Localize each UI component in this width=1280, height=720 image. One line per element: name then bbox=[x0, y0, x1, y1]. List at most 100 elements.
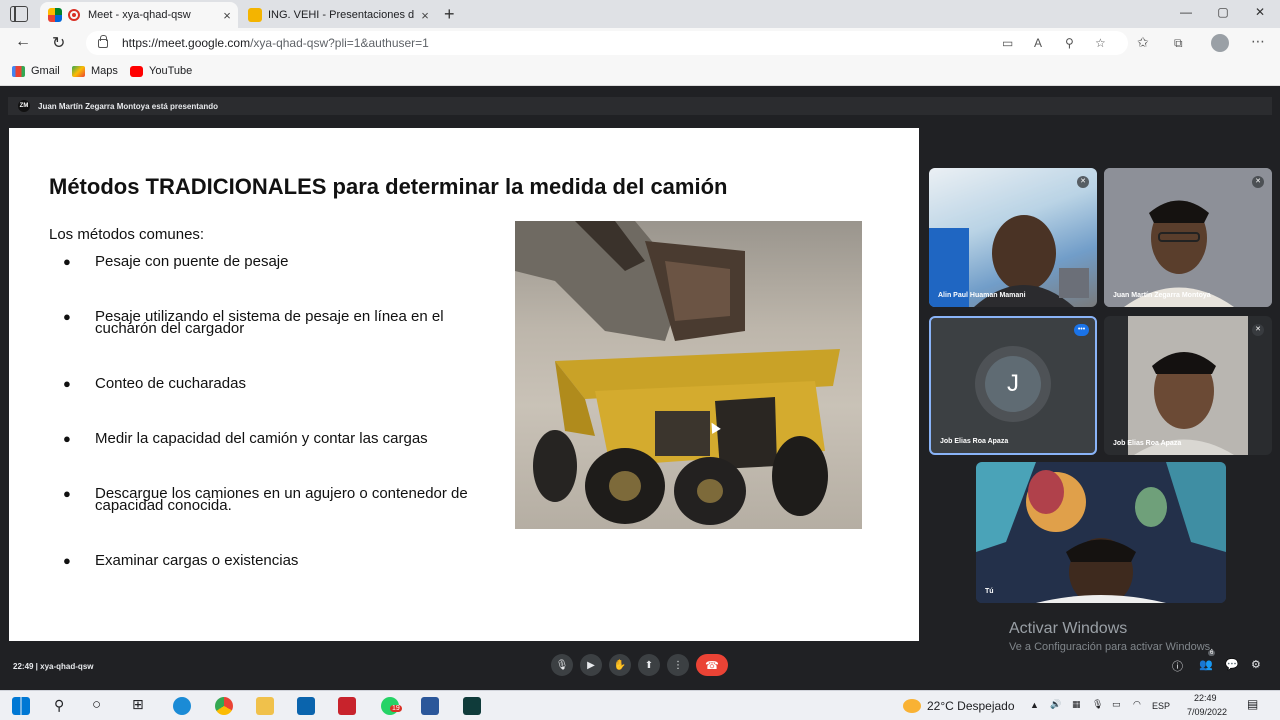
speaking-indicator-icon: ••• bbox=[1074, 324, 1089, 336]
mic-off-icon: ✕ bbox=[1252, 176, 1264, 188]
maximize-button[interactable]: ▢ bbox=[1203, 5, 1243, 19]
word-icon[interactable] bbox=[421, 697, 439, 715]
bullet-text: Descargue los camiones en un agujero o c… bbox=[95, 485, 468, 514]
weather-text[interactable]: 22°C Despejado bbox=[927, 699, 1015, 713]
bullet-text: Medir la capacidad del camión y contar l… bbox=[95, 430, 428, 447]
clock-time[interactable]: 22:49 bbox=[1194, 693, 1217, 703]
meet-area: ZM Juan Martín Zegarra Montoya está pres… bbox=[0, 86, 1280, 690]
slides-favicon-icon bbox=[248, 8, 262, 22]
minimize-button[interactable]: — bbox=[1166, 5, 1206, 19]
chat-icon[interactable]: 💬 bbox=[1225, 658, 1239, 671]
camera-icon[interactable]: ▭ bbox=[1002, 36, 1013, 50]
tab-slides[interactable]: ING. VEHI - Presentaciones de Google × bbox=[240, 2, 436, 28]
meeting-details-icon[interactable]: ⓘ bbox=[1172, 658, 1183, 674]
participant-tile[interactable]: ✕ Juan Martín Zegarra Montoya bbox=[1104, 168, 1272, 307]
new-tab-button[interactable]: + bbox=[444, 4, 455, 25]
bookmark-maps[interactable]: Maps bbox=[72, 65, 118, 77]
edge-icon[interactable] bbox=[173, 697, 191, 715]
haul-truck-image bbox=[515, 221, 862, 529]
clock-date[interactable]: 7/09/2022 bbox=[1187, 707, 1227, 717]
favorites-icon[interactable]: ✩ bbox=[1137, 34, 1149, 51]
bullet-dot: ● bbox=[63, 486, 71, 501]
participant-tile-speaking[interactable]: J ••• Job Elias Roa Apaza bbox=[929, 316, 1097, 455]
presenter-avatar: ZM bbox=[18, 100, 30, 112]
mail-icon[interactable] bbox=[297, 697, 315, 715]
tab-bar: Meet - xya-qhad-qsw × ING. VEHI - Presen… bbox=[0, 0, 1280, 28]
more-menu-icon[interactable]: ⋯ bbox=[1251, 33, 1265, 50]
recording-icon bbox=[68, 9, 80, 21]
more-options-button[interactable]: ⋮ bbox=[667, 654, 689, 676]
present-button[interactable]: ⬆ bbox=[638, 654, 660, 676]
tab-label: Meet - xya-qhad-qsw bbox=[88, 9, 191, 21]
leave-call-button[interactable]: ☎ bbox=[696, 654, 728, 676]
battery-icon[interactable]: ▭ bbox=[1112, 699, 1121, 710]
url-path: /xya-qhad-qsw?pli=1&authuser=1 bbox=[250, 36, 429, 50]
tab-actions-icon[interactable] bbox=[10, 6, 28, 22]
chevron-up-icon[interactable]: ▲ bbox=[1030, 700, 1039, 710]
speaker-icon[interactable]: 🔊 bbox=[1050, 699, 1061, 710]
url-host: https://meet.google.com bbox=[122, 36, 251, 50]
file-explorer-icon[interactable] bbox=[256, 697, 274, 715]
address-bar: ← ↻ https://meet.google.com/xya-qhad-qsw… bbox=[0, 28, 1280, 58]
bookmark-gmail[interactable]: Gmail bbox=[12, 65, 60, 77]
participant-name: Juan Martín Zegarra Montoya bbox=[1113, 292, 1211, 299]
url-field[interactable]: https://meet.google.com/xya-qhad-qsw?pli… bbox=[86, 31, 1128, 55]
language-indicator[interactable]: ESP bbox=[1152, 701, 1170, 711]
notifications-icon[interactable]: ▤ bbox=[1247, 697, 1258, 711]
participant-video-icon bbox=[929, 168, 1097, 307]
chrome-icon[interactable] bbox=[215, 697, 233, 715]
bookmark-label: Maps bbox=[91, 65, 118, 77]
back-icon[interactable]: ← bbox=[15, 33, 31, 51]
terminal-app-icon[interactable] bbox=[463, 697, 481, 715]
bullet-text: Pesaje con puente de pesaje bbox=[95, 253, 289, 270]
favorite-add-icon[interactable]: ☆ bbox=[1095, 36, 1106, 50]
microphone-button[interactable]: 🎙 bbox=[551, 654, 573, 676]
bullet-dot: ● bbox=[63, 376, 71, 391]
bullet-text: Conteo de cucharadas bbox=[95, 375, 246, 392]
bullet-dot: ● bbox=[63, 309, 71, 324]
close-window-button[interactable]: ✕ bbox=[1240, 5, 1280, 19]
bullet-dot: ● bbox=[63, 254, 71, 269]
start-button-icon[interactable] bbox=[12, 697, 30, 715]
meeting-info: 22:49 | xya-qhad-qsw bbox=[13, 662, 94, 671]
weather-icon[interactable] bbox=[903, 699, 921, 713]
self-view-video-icon bbox=[976, 462, 1226, 603]
mic-icon[interactable]: 🎙 bbox=[1092, 699, 1103, 710]
profile-avatar[interactable] bbox=[1211, 34, 1229, 52]
gmail-icon bbox=[12, 65, 25, 77]
collections-icon[interactable]: ⧉ bbox=[1174, 36, 1183, 51]
cortana-icon[interactable]: ○ bbox=[92, 696, 101, 713]
activities-icon[interactable]: ⚙ bbox=[1251, 658, 1261, 671]
search-icon[interactable]: ⚲ bbox=[54, 697, 64, 714]
participant-video-icon bbox=[1104, 168, 1272, 307]
close-tab-icon[interactable]: × bbox=[216, 8, 238, 23]
camera-button[interactable]: ▶ bbox=[580, 654, 602, 676]
bullet-text: Examinar cargas o existencias bbox=[95, 552, 299, 569]
bullet-text: Pesaje utilizando el sistema de pesaje e… bbox=[95, 308, 444, 337]
youtube-icon bbox=[130, 65, 143, 77]
participant-video-icon bbox=[1128, 316, 1248, 455]
task-view-icon[interactable]: ⊞ bbox=[132, 696, 144, 713]
solidworks-icon[interactable] bbox=[338, 697, 356, 715]
close-tab-icon[interactable]: × bbox=[414, 8, 436, 23]
raise-hand-button[interactable]: ✋ bbox=[609, 654, 631, 676]
participant-tile[interactable]: ✕ Job Elias Roa Apaza bbox=[1104, 316, 1272, 455]
read-aloud-icon[interactable]: A bbox=[1034, 36, 1042, 50]
tab-meet[interactable]: Meet - xya-qhad-qsw × bbox=[40, 2, 238, 28]
people-icon[interactable]: 👥 bbox=[1199, 658, 1213, 671]
participant-name: Alin Paul Huaman Mamani bbox=[938, 292, 1026, 299]
mic-off-icon: ✕ bbox=[1252, 324, 1264, 336]
participant-name: Job Elias Roa Apaza bbox=[1113, 440, 1182, 447]
participant-tile[interactable]: ✕ Alin Paul Huaman Mamani bbox=[929, 168, 1097, 307]
slide-intro: Los métodos comunes: bbox=[49, 226, 205, 243]
refresh-icon[interactable]: ↻ bbox=[52, 33, 65, 53]
bookmark-youtube[interactable]: YouTube bbox=[130, 65, 192, 77]
zoom-icon[interactable]: ⚲ bbox=[1065, 36, 1074, 50]
presentation-slide: Métodos TRADICIONALES para determinar la… bbox=[9, 128, 919, 641]
participant-name: Tú bbox=[985, 588, 994, 595]
wifi-icon[interactable]: ◠ bbox=[1133, 699, 1141, 710]
windows-taskbar: ⚲ ○ ⊞ 19 22°C Despejado ▲ 🔊 ▦ 🎙 ▭ ◠ ESP … bbox=[0, 690, 1280, 720]
network-icon[interactable]: ▦ bbox=[1072, 699, 1081, 710]
lock-icon[interactable] bbox=[98, 34, 108, 48]
self-view-tile[interactable]: Tú bbox=[976, 462, 1226, 603]
